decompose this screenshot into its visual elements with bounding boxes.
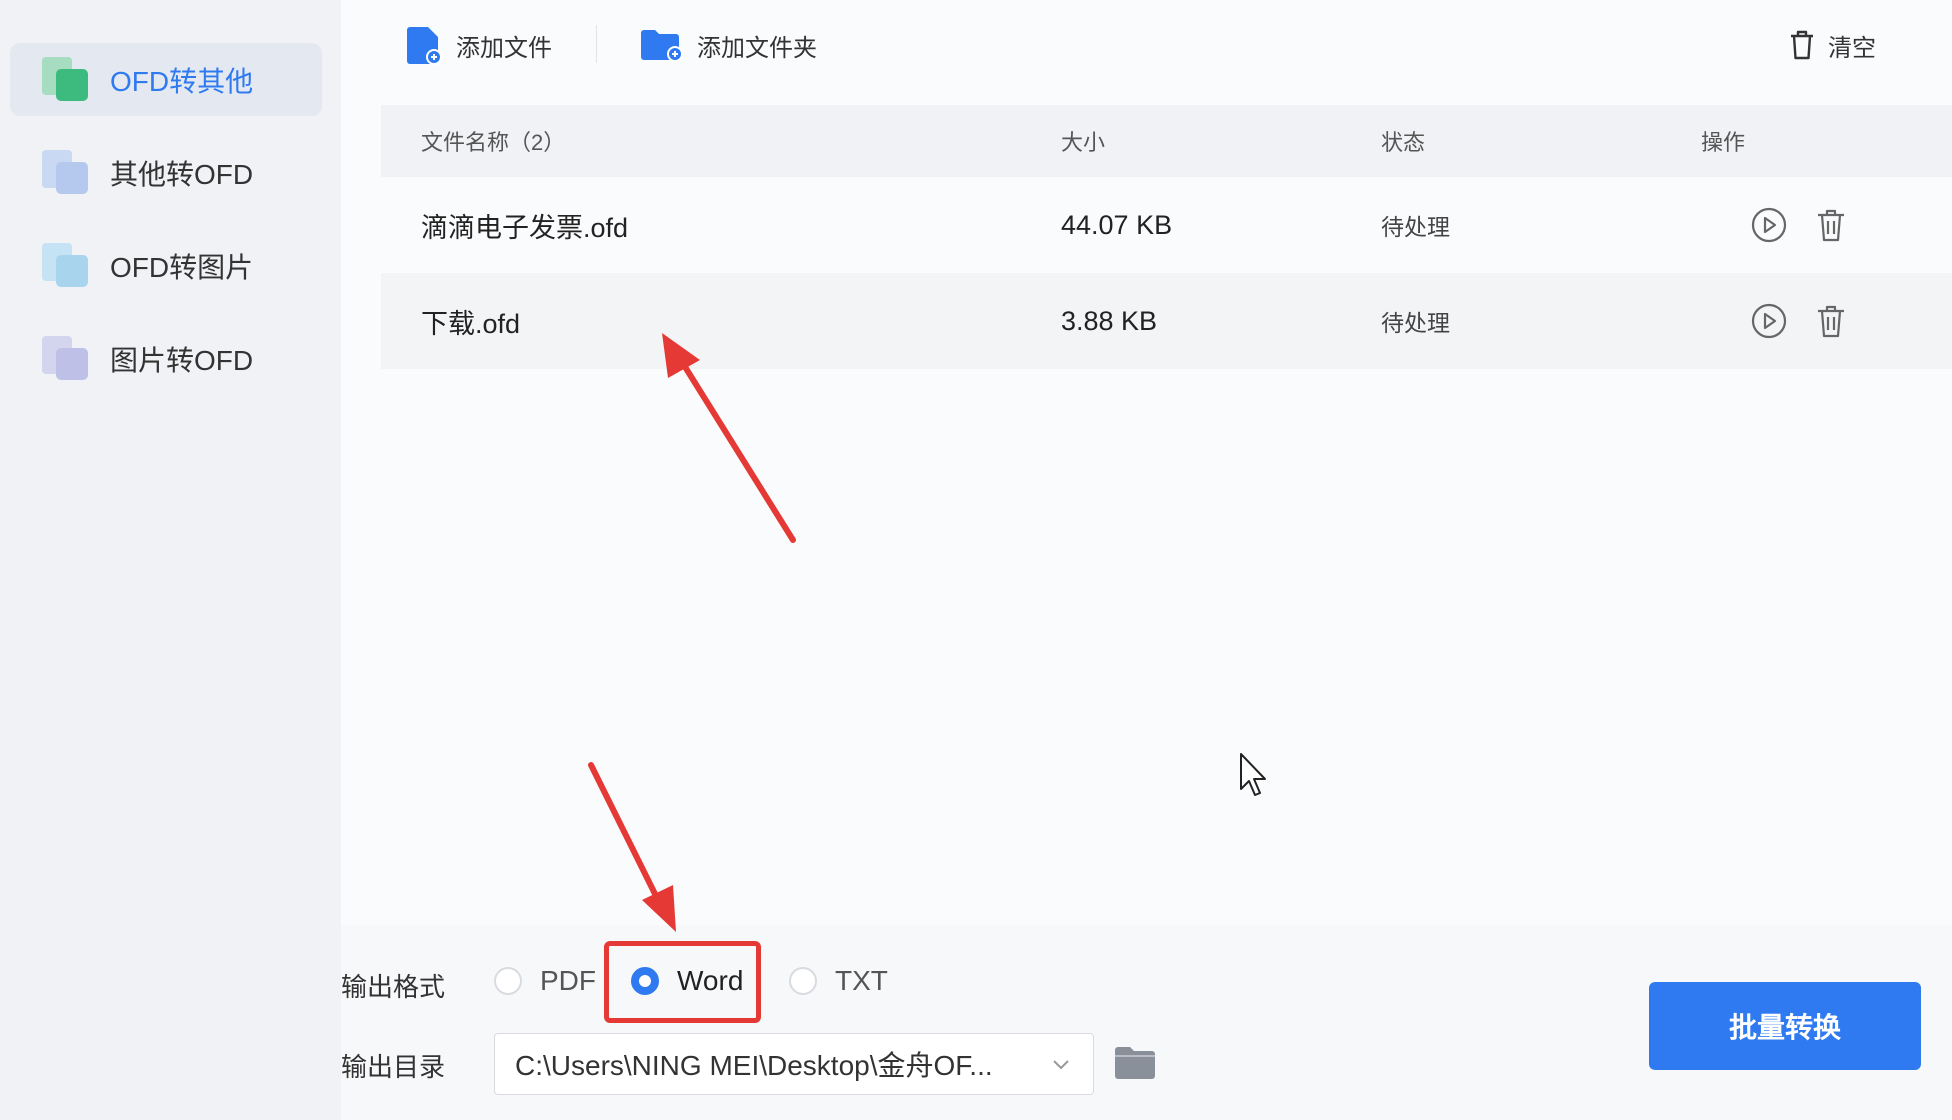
sidebar: OFD转其他 其他转OFD OFD转图片 图片转OFD [0,0,341,1120]
chevron-down-icon [1053,1060,1069,1070]
ofd-to-image-icon [40,241,90,291]
table-row[interactable]: 滴滴电子发票.ofd 44.07 KB 待处理 [381,177,1952,273]
batch-convert-button[interactable]: 批量转换 [1649,982,1921,1070]
output-dir-select[interactable]: C:\Users\NING MEI\Desktop\金舟OF... [494,1033,1094,1095]
trash-icon [1818,209,1844,242]
convert-row-button[interactable] [1749,205,1789,245]
add-file-label: 添加文件 [456,34,552,62]
delete-row-button[interactable] [1811,205,1851,245]
column-header-actions: 操作 [1701,130,1746,155]
output-format-label: 输出格式 [341,972,446,1002]
table-header: 文件名称（2） 大小 状态 操作 [381,105,1952,177]
ofd-to-other-icon [40,55,90,105]
clear-label: 清空 [1828,34,1876,62]
column-header-status: 状态 [1381,130,1426,155]
folder-icon [1115,1047,1155,1079]
row-actions [1749,205,1851,245]
table-row[interactable]: 下载.ofd 3.88 KB 待处理 [381,273,1952,369]
column-header-size: 大小 [1061,130,1106,155]
output-dir-value: C:\Users\NING MEI\Desktop\金舟OF... [515,1050,993,1081]
file-size: 3.88 KB [1061,305,1158,336]
output-dir-label: 输出目录 [341,1052,446,1082]
clear-button[interactable]: 清空 [1788,22,1876,68]
file-table: 文件名称（2） 大小 状态 操作 滴滴电子发票.ofd 44.07 KB 待处理 [381,105,1952,369]
radio-circle [494,967,522,995]
image-to-ofd-icon [40,334,90,384]
toolbar: 添加文件 添加文件夹 清空 [341,0,1952,95]
format-radio-txt[interactable]: TXT [789,965,888,997]
sidebar-item-label: OFD转图片 [110,251,254,283]
column-header-name: 文件名称（2） [421,130,566,155]
trash-icon [1818,305,1844,338]
sidebar-item-other-to-ofd[interactable]: 其他转OFD [10,136,322,209]
add-file-icon [407,27,442,65]
sidebar-item-label: OFD转其他 [110,65,254,97]
browse-folder-button[interactable] [1113,1042,1157,1082]
file-name: 下载.ofd [421,308,521,339]
radio-label: TXT [835,965,888,996]
sidebar-item-label: 其他转OFD [110,158,254,190]
file-status: 待处理 [1381,310,1450,336]
file-size: 44.07 KB [1061,209,1173,240]
add-folder-label: 添加文件夹 [697,34,817,62]
radio-circle [789,967,817,995]
add-file-button[interactable]: 添加文件 [406,22,552,68]
format-radio-pdf[interactable]: PDF [494,965,596,997]
sidebar-item-image-to-ofd[interactable]: 图片转OFD [10,322,322,395]
file-status: 待处理 [1381,214,1450,240]
delete-row-button[interactable] [1811,301,1851,341]
other-to-ofd-icon [40,148,90,198]
trash-icon [1791,30,1813,60]
row-actions [1749,301,1851,341]
output-settings: 输出格式 PDF Word TXT 输出目录 C:\Users\NING MEI… [341,925,1952,1120]
sidebar-item-ofd-to-other[interactable]: OFD转其他 [10,43,322,116]
batch-convert-label: 批量转换 [1728,1012,1841,1043]
sidebar-item-ofd-to-image[interactable]: OFD转图片 [10,229,322,302]
play-icon [1751,303,1787,339]
convert-row-button[interactable] [1749,301,1789,341]
toolbar-divider [596,25,597,63]
play-icon [1751,207,1787,243]
annotation-highlight-box [604,941,761,1023]
add-folder-button[interactable]: 添加文件夹 [639,22,817,68]
radio-label: PDF [540,965,596,996]
add-folder-icon [641,30,683,62]
sidebar-item-label: 图片转OFD [110,344,254,376]
file-list-panel: 添加文件 添加文件夹 清空 文件名称（2） 大小 状态 操作 滴滴电子发票.of… [341,0,1952,925]
file-name: 滴滴电子发票.ofd [421,212,629,243]
